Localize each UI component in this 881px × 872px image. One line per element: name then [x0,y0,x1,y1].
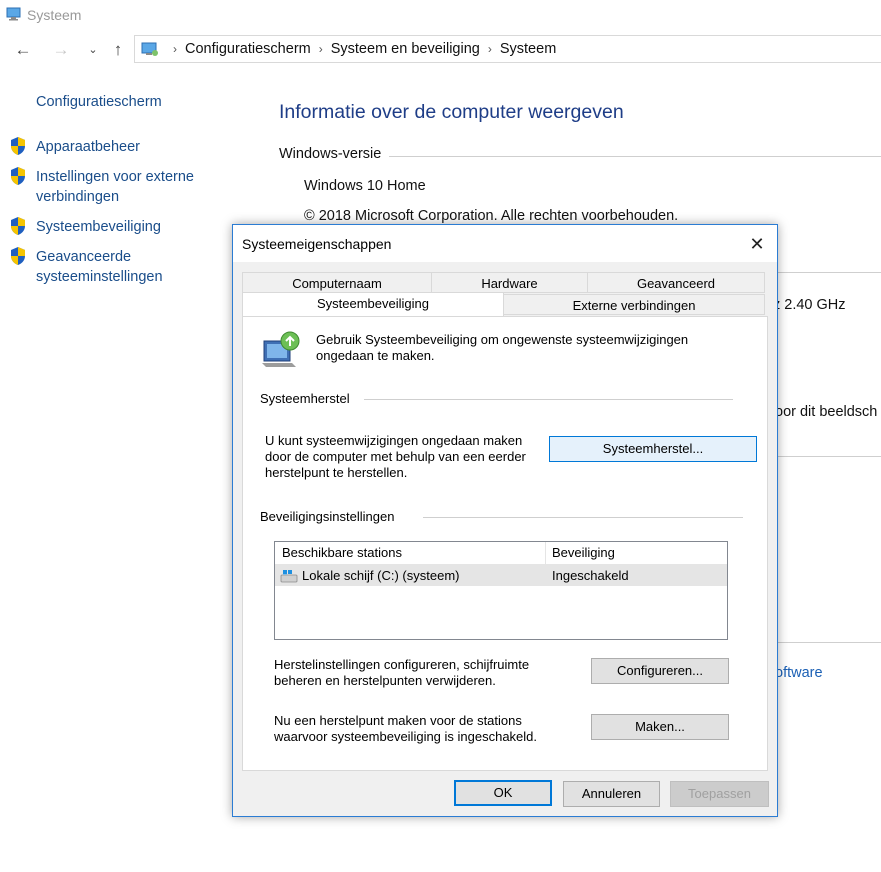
breadcrumb-separator-icon: › [173,42,177,56]
breadcrumb: › Configuratiescherm › Systeem en beveiligi… [165,41,556,57]
breadcrumb-item[interactable]: Systeem [500,41,556,57]
window-titlebar: Systeem [0,0,881,30]
control-panel-icon [141,42,158,56]
sidebar-item-device-manager[interactable]: Apparaatbeheer [36,137,236,157]
column-header-drives[interactable]: Beschikbare stations [282,545,402,560]
section-divider [389,156,881,157]
section-divider [775,272,881,273]
tab-system-protection[interactable]: Systeembeveiliging [242,292,504,316]
table-row[interactable]: Lokale schijf (C:) (systeem) Ingeschakel… [275,565,727,586]
apply-button[interactable]: Toepassen [670,781,769,807]
breadcrumb-item[interactable]: Systeem en beveiliging [331,41,480,57]
system-properties-dialog: Systeemeigenschappen ✕ Computernaam Hard… [232,224,778,817]
column-header-protection[interactable]: Beveiliging [552,545,615,560]
shield-icon [11,137,25,155]
drives-list[interactable]: Beschikbare stations Beveiliging Lokale … [274,541,728,640]
tab-hardware[interactable]: Hardware [431,272,588,293]
sidebar-home-link[interactable]: Configuratiescherm [36,94,162,110]
create-description: Nu een herstelpunt maken voor de station… [274,713,538,744]
shield-icon [11,247,25,265]
breadcrumb-separator-icon[interactable]: › [319,42,323,56]
computer-icon [6,7,21,21]
system-protection-icon [262,331,300,367]
windows-edition: Windows 10 Home [304,178,426,194]
tab-computer-name[interactable]: Computernaam [242,272,432,293]
shield-icon [11,217,25,235]
shield-icon [11,167,25,185]
list-header: Beschikbare stations Beveiliging [275,542,727,565]
tab-advanced[interactable]: Geavanceerd [587,272,765,293]
section-divider [775,456,881,457]
address-box[interactable]: › Configuratiescherm › Systeem en beveiligi… [134,35,881,63]
software-link[interactable]: oftware [775,665,823,681]
breadcrumb-item[interactable]: Configuratiescherm [185,41,311,57]
sidebar-item-advanced-settings[interactable]: Geavanceerde systeeminstellingen [36,247,186,287]
sidebar-item-remote-settings[interactable]: Instellingen voor externe verbindingen [36,167,216,207]
create-button[interactable]: Maken... [591,714,729,740]
close-icon[interactable]: ✕ [743,233,771,255]
group-divider [364,399,733,400]
configure-button[interactable]: Configureren... [591,658,729,684]
section-heading: Windows-versie [279,146,382,162]
back-arrow-icon[interactable]: ← [13,40,33,60]
group-divider [423,517,743,518]
system-restore-button[interactable]: Systeemherstel... [549,436,757,462]
cancel-button[interactable]: Annuleren [563,781,660,807]
ok-button[interactable]: OK [454,780,552,806]
restore-description: U kunt systeemwijzigingen ongedaan maken… [265,433,526,480]
up-arrow-icon[interactable]: ↑ [108,40,128,60]
protection-status: Ingeschakeld [552,568,629,583]
processor-speed: z 2.40 GHz [773,297,846,313]
system-protection-panel: Gebruik Systeembeveiliging om ongewenste… [242,316,768,771]
column-separator[interactable] [545,542,546,565]
tab-remote[interactable]: Externe verbindingen [503,294,765,315]
forward-arrow-icon[interactable]: → [51,40,71,60]
configure-description: Herstelinstellingen configureren, schijf… [274,657,530,688]
section-divider [775,642,881,643]
recent-locations-chevron-icon[interactable]: ⌄ [83,40,103,60]
intro-text: Gebruik Systeembeveiliging om ongewenste… [316,332,689,363]
group-label-system-restore: Systeemherstel [260,391,350,406]
copyright-text: © 2018 Microsoft Corporation. Alle recht… [304,208,679,224]
page-title: Informatie over de computer weergeven [279,101,624,123]
dialog-titlebar: Systeemeigenschappen ✕ [233,225,777,262]
windows-drive-icon [280,570,298,583]
window-title: Systeem [27,7,82,23]
pen-touch-text: oor dit beeldsch [775,404,878,420]
breadcrumb-separator-icon[interactable]: › [488,42,492,56]
sidebar-item-system-protection[interactable]: Systeembeveiliging [36,217,236,237]
address-bar: ← → ⌄ ↑ › Configuratiescherm › Systeem en b… [0,34,881,66]
dialog-title: Systeemeigenschappen [242,236,392,252]
drive-name: Lokale schijf (C:) (systeem) [302,568,460,583]
group-label-protection-settings: Beveiligingsinstellingen [260,509,395,524]
